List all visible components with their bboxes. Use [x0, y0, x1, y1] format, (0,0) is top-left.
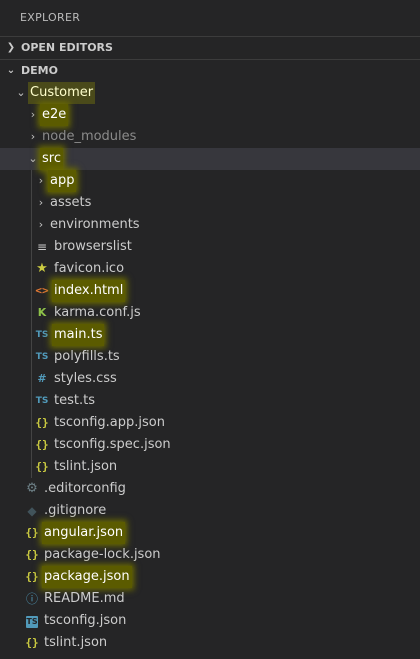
- file-label: test.ts: [54, 393, 95, 408]
- file-label: tsconfig.json: [44, 613, 127, 628]
- file-label: karma.conf.js: [54, 305, 141, 320]
- file-label: .editorconfig: [44, 481, 126, 496]
- file-label: .gitignore: [44, 503, 107, 518]
- json-icon: {}: [25, 526, 39, 539]
- explorer-panel: EXPLORER ❯ OPEN EDITORS ⌄ DEMO ⌄ Custome…: [0, 0, 420, 654]
- section-demo[interactable]: ⌄ DEMO: [0, 59, 420, 82]
- section-label: OPEN EDITORS: [21, 41, 113, 54]
- folder-label: app: [48, 170, 77, 192]
- src-children: › app › assets › environments ≡ browsers…: [0, 170, 420, 478]
- folder-environments[interactable]: › environments: [0, 214, 420, 236]
- chevron-right-icon: ›: [30, 130, 36, 143]
- chevron-right-icon: ›: [30, 108, 36, 121]
- file-label: index.html: [52, 280, 126, 302]
- file-label: styles.css: [54, 371, 117, 386]
- file-label: package.json: [42, 566, 132, 588]
- folder-label: src: [40, 148, 63, 170]
- file-label: tsconfig.spec.json: [54, 437, 171, 452]
- folder-e2e[interactable]: › e2e: [0, 104, 420, 126]
- file-label: tslint.json: [44, 635, 108, 650]
- folder-label: e2e: [40, 104, 69, 126]
- file-tslint-src[interactable]: {} tslint.json: [0, 456, 420, 478]
- file-label: main.ts: [52, 324, 105, 346]
- typescript-icon: TS: [35, 352, 49, 362]
- section-open-editors[interactable]: ❯ OPEN EDITORS: [0, 36, 420, 59]
- file-tsconfig-spec[interactable]: {} tsconfig.spec.json: [0, 434, 420, 456]
- karma-icon: K: [37, 306, 47, 319]
- file-gitignore[interactable]: ◆ .gitignore: [0, 500, 420, 522]
- folder-label: Customer: [28, 82, 96, 104]
- json-icon: {}: [25, 636, 39, 649]
- file-label: angular.json: [42, 522, 126, 544]
- file-index-html[interactable]: <> index.html: [0, 280, 420, 302]
- css-icon: #: [37, 372, 47, 385]
- json-icon: {}: [35, 460, 49, 473]
- file-label: package-lock.json: [44, 547, 161, 562]
- folder-label: assets: [50, 195, 92, 210]
- gear-icon: ⚙: [26, 481, 38, 496]
- file-styles[interactable]: # styles.css: [0, 368, 420, 390]
- folder-src[interactable]: ⌄ src: [0, 148, 420, 170]
- file-label: favicon.ico: [54, 261, 125, 276]
- file-tsconfig[interactable]: TS tsconfig.json: [0, 610, 420, 632]
- folder-app[interactable]: › app: [0, 170, 420, 192]
- json-icon: {}: [25, 570, 39, 583]
- file-label: polyfills.ts: [54, 349, 120, 364]
- file-label: tslint.json: [54, 459, 118, 474]
- section-label: DEMO: [21, 64, 58, 77]
- file-readme[interactable]: ⓘ README.md: [0, 588, 420, 610]
- list-icon: ≡: [36, 240, 48, 254]
- typescript-icon: TS: [35, 396, 49, 406]
- file-favicon[interactable]: ★ favicon.ico: [0, 258, 420, 280]
- file-polyfills[interactable]: TS polyfills.ts: [0, 346, 420, 368]
- json-icon: {}: [35, 438, 49, 451]
- folder-label: environments: [50, 217, 140, 232]
- file-tsconfig-app[interactable]: {} tsconfig.app.json: [0, 412, 420, 434]
- panel-title: EXPLORER: [20, 11, 81, 24]
- typescript-icon: TS: [35, 330, 49, 340]
- file-browserslist[interactable]: ≡ browserslist: [0, 236, 420, 258]
- file-label: README.md: [44, 591, 125, 606]
- folder-label: node_modules: [42, 129, 137, 144]
- folder-assets[interactable]: › assets: [0, 192, 420, 214]
- file-main-ts[interactable]: TS main.ts: [0, 324, 420, 346]
- file-label: browserslist: [54, 239, 132, 254]
- file-package-lock[interactable]: {} package-lock.json: [0, 544, 420, 566]
- file-tslint[interactable]: {} tslint.json: [0, 632, 420, 654]
- file-angular-json[interactable]: {} angular.json: [0, 522, 420, 544]
- chevron-right-icon: ›: [38, 174, 44, 187]
- file-label: tsconfig.app.json: [54, 415, 165, 430]
- file-editorconfig[interactable]: ⚙ .editorconfig: [0, 478, 420, 500]
- folder-customer[interactable]: ⌄ Customer: [0, 82, 420, 104]
- file-karma[interactable]: K karma.conf.js: [0, 302, 420, 324]
- file-test[interactable]: TS test.ts: [0, 390, 420, 412]
- info-icon: ⓘ: [25, 592, 38, 606]
- chevron-right-icon: ›: [38, 196, 44, 209]
- chevron-down-icon: ⌄: [28, 152, 38, 165]
- json-icon: {}: [35, 416, 49, 429]
- chevron-down-icon: ⌄: [6, 65, 16, 76]
- file-package-json[interactable]: {} package.json: [0, 566, 420, 588]
- chevron-right-icon: ❯: [6, 42, 16, 53]
- json-icon: {}: [25, 548, 39, 561]
- typescript-config-icon: TS: [26, 616, 38, 628]
- star-icon: ★: [36, 261, 48, 276]
- folder-node-modules[interactable]: › node_modules: [0, 126, 420, 148]
- chevron-right-icon: ›: [38, 218, 44, 231]
- git-icon: ◆: [27, 504, 37, 518]
- chevron-down-icon: ⌄: [16, 86, 26, 99]
- html-icon: <>: [35, 284, 49, 297]
